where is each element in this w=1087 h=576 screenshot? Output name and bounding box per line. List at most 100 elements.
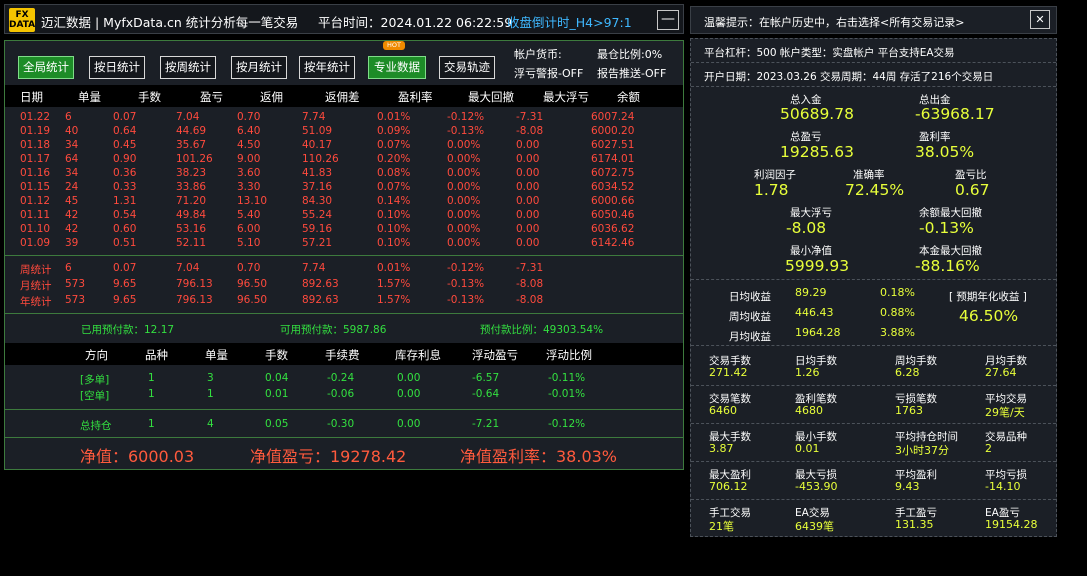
col-orders: 单量	[78, 90, 101, 104]
table-cell: 101.26	[176, 153, 213, 165]
report-push-toggle[interactable]: 报告推送-OFF	[597, 65, 666, 81]
accuracy-label: 准确率	[853, 169, 885, 181]
period-summary: 周统计 6 0.07 7.04 0.70 7.74 0.01% -0.12% -7.31 月统计 5…	[5, 259, 683, 311]
weekly-stats-button[interactable]: 按周统计	[160, 56, 216, 79]
principal-dd-label: 本金最大回撤	[919, 245, 982, 257]
hot-badge: HOT	[383, 41, 405, 50]
table-row: 01.15 24 0.33 33.86 3.30 37.16 0.07% 0.00% 0.00 6…	[5, 181, 683, 195]
summary-cell: -0.13%	[447, 278, 485, 290]
summary-cell: 7.04	[176, 262, 200, 274]
daily-return-label: 日均收益	[729, 291, 771, 303]
position-cell: 1	[207, 388, 214, 400]
summary-cell: 892.63	[302, 294, 339, 306]
total-cell: 4	[207, 418, 214, 430]
summary-row: 年统计 573 9.65 796.13 96.50 892.63 1.57% -0.13% -8…	[5, 294, 683, 308]
table-cell: 01.12	[20, 195, 51, 207]
position-cell: -0.11%	[548, 372, 586, 384]
divider	[5, 437, 683, 438]
close-button[interactable]: ✕	[1030, 10, 1050, 29]
summary-cell: 573	[65, 294, 86, 306]
table-cell: 01.09	[20, 237, 51, 249]
daily-stats-button[interactable]: 按日统计	[89, 56, 145, 79]
table-cell: 45	[65, 195, 79, 207]
col-max-float-loss: 最大浮亏	[543, 90, 589, 104]
col-float-ratio: 浮动比例	[546, 348, 592, 362]
table-cell: 59.16	[302, 223, 333, 235]
table-cell: 01.16	[20, 167, 51, 179]
summary-cell: 1.57%	[377, 278, 411, 290]
table-cell: 6.40	[237, 125, 261, 137]
table-row: 01.18 34 0.45 35.67 4.50 40.17 0.07% 0.00% 0.00 6…	[5, 139, 683, 153]
profit-rate-label: 盈利率	[919, 131, 951, 143]
divider	[691, 279, 1056, 280]
position-cell: [空单]	[80, 390, 110, 402]
table-cell: 40	[65, 125, 79, 137]
col-symbol: 品种	[145, 348, 168, 362]
minimize-button[interactable]: —	[657, 10, 679, 30]
table-cell: 51.09	[302, 125, 333, 137]
divider	[691, 423, 1056, 424]
table-row: 01.22 6 0.07 7.04 0.70 7.74 0.01% -0.12% -7.31 60…	[5, 111, 683, 125]
position-ratio: 最仓比例:0%	[597, 48, 663, 61]
app-title: 迈汇数据 | MyfxData.cn 统计分析每一笔交易	[41, 15, 299, 30]
table-cell: 40.17	[302, 139, 333, 151]
table-cell: 0.60	[113, 223, 137, 235]
trade-stat-value: 1.26	[795, 366, 820, 379]
divider	[691, 461, 1056, 462]
table-cell: 0.00%	[447, 167, 481, 179]
table-row: 01.12 45 1.31 71.20 13.10 84.30 0.14% 0.00% 0.00…	[5, 195, 683, 209]
table-cell: 0.64	[113, 125, 137, 137]
table-cell: 84.30	[302, 195, 333, 207]
account-stats-panel: 平台杠杆：500 帐户类型：实盘帐户 平台支持EA交易 开户日期：2023.03…	[690, 38, 1057, 537]
col-commission: 手续费	[325, 348, 360, 362]
total-pl-value: 19285.63	[780, 143, 854, 161]
divider	[691, 86, 1056, 87]
col-lots: 手数	[138, 90, 161, 104]
positions-body: [多单] 1 3 0.04 -0.24 0.00 -6.57 -0.11% [空单] 1 1 0.01…	[5, 367, 683, 407]
table-row: 01.19 40 0.64 44.69 6.40 51.09 0.09% -0.13% -8.0…	[5, 125, 683, 139]
trade-stat-value: 706.12	[709, 480, 748, 493]
table-cell: 71.20	[176, 195, 207, 207]
table-cell: 13.10	[237, 195, 268, 207]
table-cell: 0.01%	[377, 111, 411, 123]
account-info-line-2: 开户日期：2023.03.26 交易周期：44周 存活了216个交易日	[704, 71, 994, 83]
trade-stat-value: 3小时37分	[895, 444, 949, 457]
trade-stat-value: 1763	[895, 404, 923, 417]
table-row: 01.16 34 0.36 38.23 3.60 41.83 0.08% 0.00% 0.00 6…	[5, 167, 683, 181]
table-cell: 33.86	[176, 181, 207, 193]
float-alert-toggle[interactable]: 浮亏警报-OFF	[514, 65, 583, 81]
summary-cell: 0.01%	[377, 262, 411, 274]
col-profit-rate: 盈利率	[398, 90, 433, 104]
table-cell: 41.83	[302, 167, 333, 179]
col-rebate: 返佣	[260, 90, 283, 104]
monthly-stats-button[interactable]: 按月统计	[231, 56, 287, 79]
position-cell: 3	[207, 372, 214, 384]
table-cell: 01.10	[20, 223, 51, 235]
table-cell: 4.50	[237, 139, 261, 151]
trade-stat-value: -14.10	[985, 480, 1021, 493]
col-float-pl: 浮动盈亏	[472, 348, 518, 362]
yearly-stats-button[interactable]: 按年统计	[299, 56, 355, 79]
used-deposit: 已用预付款：12.17	[81, 324, 175, 336]
trade-stat-value: 6439笔	[795, 520, 834, 533]
global-stats-button[interactable]: 全局统计	[18, 56, 74, 79]
trade-track-button[interactable]: 交易轨迹	[439, 56, 495, 79]
position-cell: 0.00	[397, 372, 421, 384]
balance-dd-value: -0.13%	[919, 219, 974, 237]
table-cell: 6072.75	[591, 167, 635, 179]
table-row: 01.17 64 0.90 101.26 9.00 110.26 0.20% 0.00% 0.0…	[5, 153, 683, 167]
table-cell: 35.67	[176, 139, 207, 151]
net-profit-rate-value: 净值盈利率：38.03%	[460, 447, 618, 466]
pro-data-button[interactable]: 专业数据	[368, 56, 426, 79]
positions-header: 方向 品种 单量 手数 手续费 库存利息 浮动盈亏 浮动比例	[5, 343, 683, 365]
table-cell: 0.00	[516, 209, 540, 221]
table-row: 01.10 42 0.60 53.16 6.00 59.16 0.10% 0.00% 0.00 6…	[5, 223, 683, 237]
summary-cell: 96.50	[237, 294, 268, 306]
summary-cell: -0.13%	[447, 294, 485, 306]
account-info-line-1: 平台杠杆：500 帐户类型：实盘帐户 平台支持EA交易	[704, 47, 955, 59]
deposit-row: 已用预付款：12.17 可用预付款：5987.86 预付款比例：49303.54…	[5, 317, 683, 339]
table-cell: 01.11	[20, 209, 51, 221]
table-cell: 0.10%	[377, 209, 411, 221]
weekly-return-value: 446.43	[795, 306, 834, 319]
col-direction: 方向	[85, 348, 108, 362]
